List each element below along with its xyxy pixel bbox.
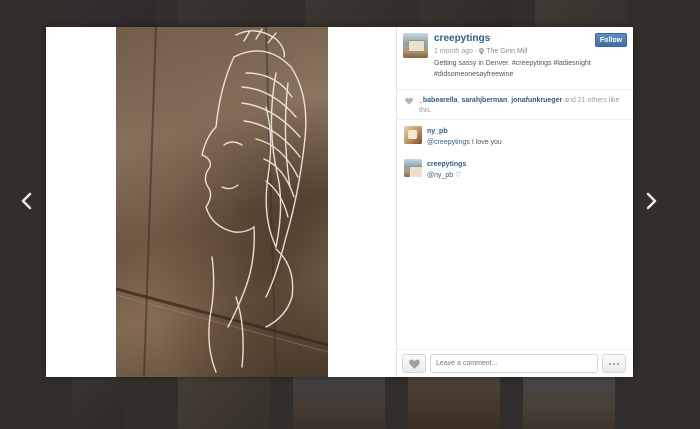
- likes-text: _babearella, sarahjberman, jonafunkruege…: [419, 97, 620, 114]
- likes-summary: _babearella, sarahjberman, jonafunkruege…: [397, 90, 633, 120]
- chevron-left-icon: [21, 192, 32, 210]
- ellipsis-icon: [609, 362, 611, 365]
- post-username[interactable]: creepytings: [434, 33, 595, 45]
- comment-item: creepytings @ny_pb ♡: [404, 159, 626, 181]
- post-photo[interactable]: [116, 27, 328, 377]
- location-pin-icon: [479, 48, 485, 55]
- comments-list: ny_pb @creepytings I love you creepyting…: [397, 120, 633, 349]
- comment-footer: [397, 349, 633, 377]
- comment-input[interactable]: [430, 354, 598, 373]
- post-location[interactable]: The Ginn Mill: [486, 48, 527, 55]
- post-media: [46, 27, 396, 377]
- meta-separator: ·: [474, 48, 478, 55]
- comment-mention[interactable]: @creepytings: [427, 139, 470, 146]
- next-post-button[interactable]: [642, 190, 662, 212]
- comment-username[interactable]: creepytings: [427, 159, 466, 170]
- post-header-text: creepytings 1 month ago · The Ginn Mill …: [434, 33, 595, 89]
- comment-text: I love you: [469, 139, 502, 146]
- comment-body: ny_pb @creepytings I love you: [427, 126, 502, 148]
- user-avatar[interactable]: [403, 33, 428, 58]
- chevron-right-icon: [646, 192, 657, 210]
- more-options-button[interactable]: [602, 354, 626, 373]
- comment-item: ny_pb @creepytings I love you: [404, 126, 626, 148]
- post-caption: Getting sassy in Denver. #creepytings #l…: [434, 60, 591, 78]
- wall-drawing-illustration: [116, 27, 328, 377]
- liker-link[interactable]: _babearella: [419, 97, 458, 104]
- comment-text: ♡: [453, 172, 462, 179]
- post-time[interactable]: 1 month ago: [434, 48, 473, 55]
- liker-link[interactable]: sarahjberman: [461, 97, 507, 104]
- heart-icon: [405, 97, 413, 105]
- comment-body: creepytings @ny_pb ♡: [427, 159, 466, 181]
- follow-button[interactable]: Follow: [595, 33, 627, 47]
- heart-icon: [408, 359, 420, 369]
- post-header: creepytings 1 month ago · The Ginn Mill …: [397, 27, 633, 90]
- previous-post-button[interactable]: [16, 190, 36, 212]
- comment-username[interactable]: ny_pb: [427, 126, 502, 137]
- commenter-avatar[interactable]: [404, 126, 422, 144]
- commenter-avatar[interactable]: [404, 159, 422, 177]
- comment-mention[interactable]: @ny_pb: [427, 172, 453, 179]
- like-button[interactable]: [402, 354, 426, 373]
- post-meta: 1 month ago · The Ginn Mill: [434, 48, 595, 55]
- liker-link[interactable]: jonafunkrueger: [511, 97, 562, 104]
- post-sidebar: creepytings 1 month ago · The Ginn Mill …: [396, 27, 633, 377]
- post-modal: creepytings 1 month ago · The Ginn Mill …: [46, 27, 633, 377]
